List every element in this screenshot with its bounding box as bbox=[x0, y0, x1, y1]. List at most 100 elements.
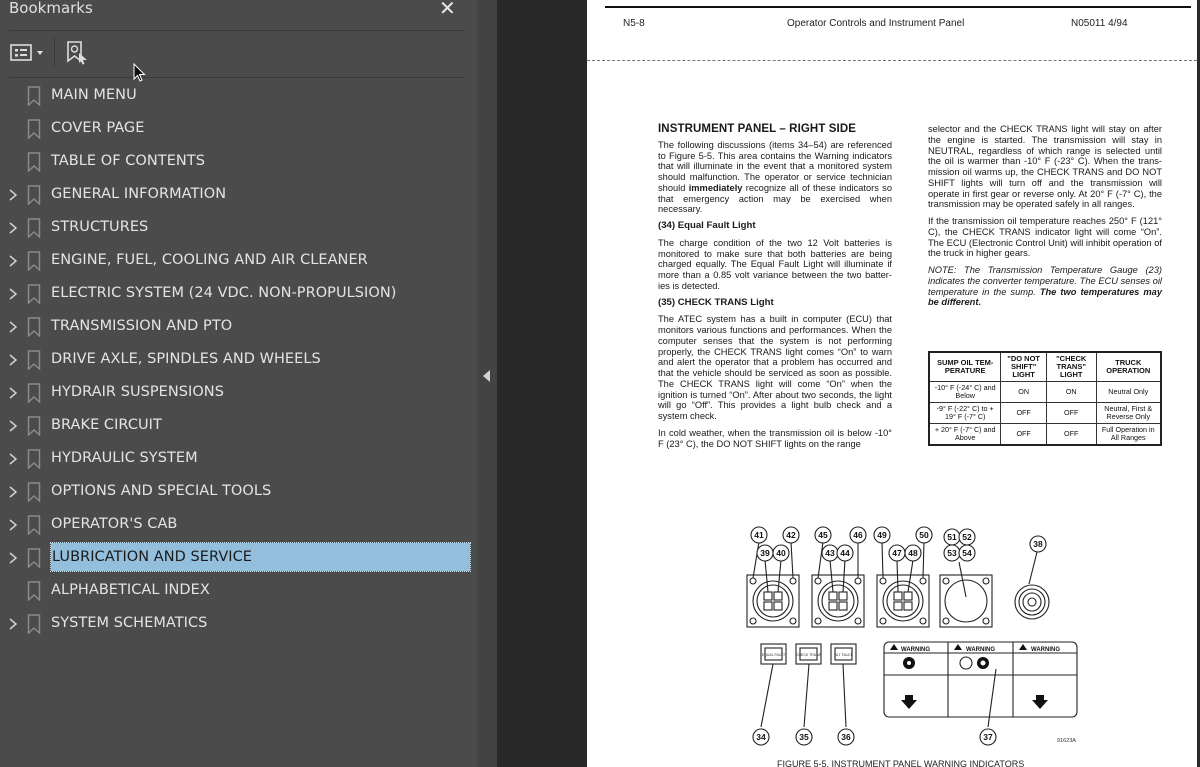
bookmark-item[interactable]: GENERAL INFORMATION bbox=[0, 180, 477, 210]
chevron-down-icon bbox=[37, 51, 43, 55]
callout-number: 41 bbox=[754, 530, 764, 540]
bookmark-icon bbox=[27, 383, 41, 403]
chevron-right-icon[interactable] bbox=[6, 551, 20, 565]
chevron-right-icon[interactable] bbox=[6, 485, 20, 499]
divider bbox=[9, 77, 464, 78]
chevron-right-icon[interactable] bbox=[6, 254, 20, 268]
bookmark-icon bbox=[27, 218, 41, 238]
close-icon[interactable]: ✕ bbox=[439, 0, 456, 18]
bookmark-item[interactable]: LUBRICATION AND SERVICE bbox=[0, 542, 477, 573]
panel-splitter[interactable] bbox=[477, 0, 497, 767]
bookmark-item[interactable]: ALPHABETICAL INDEX bbox=[0, 576, 477, 606]
section-title: Operator Controls and Instrument Panel bbox=[787, 18, 965, 29]
callout-number: 44 bbox=[840, 548, 850, 558]
bookmark-item[interactable]: ELECTRIC SYSTEM (24 VDC. NON-PROPULSION) bbox=[0, 279, 477, 309]
bookmark-icon bbox=[27, 614, 41, 634]
table-cell: Neutral, First & Reverse Only bbox=[1095, 402, 1162, 424]
collapse-panel-icon[interactable] bbox=[483, 370, 490, 382]
equal-fault-paragraph: The charge condition of the two 12 Volt … bbox=[658, 237, 892, 291]
chevron-right-icon[interactable] bbox=[6, 617, 20, 631]
callout-number: 47 bbox=[892, 548, 902, 558]
list-options-icon bbox=[10, 44, 32, 61]
bookmark-item[interactable]: SYSTEM SCHEMATICS bbox=[0, 609, 477, 639]
cold-weather-paragraph: In cold weather, when the transmission o… bbox=[658, 427, 892, 449]
callout-number: 46 bbox=[853, 530, 863, 540]
bookmark-label: COVER PAGE bbox=[51, 120, 145, 136]
bookmark-item[interactable]: HYDRAIR SUSPENSIONS bbox=[0, 378, 477, 408]
bookmark-icon bbox=[27, 284, 41, 304]
chevron-right-icon[interactable] bbox=[6, 188, 20, 202]
bookmark-icon bbox=[27, 152, 41, 172]
table-row: -10° F (-24° C) and Below ON ON Neutral … bbox=[928, 381, 1162, 403]
figure-caption: FIGURE 5-5. INSTRUMENT PANEL WARNING IND… bbox=[777, 759, 1025, 767]
bookmark-item[interactable]: BRAKE CIRCUIT bbox=[0, 411, 477, 441]
page-break-divider bbox=[587, 60, 1197, 61]
bookmark-label: GENERAL INFORMATION bbox=[51, 186, 227, 202]
bookmark-label: OPTIONS AND SPECIAL TOOLS bbox=[51, 483, 272, 499]
section-heading: INSTRUMENT PANEL – RIGHT SIDE bbox=[658, 123, 856, 135]
document-code: N05011 4/94 bbox=[1071, 18, 1128, 29]
callout-number: 35 bbox=[799, 732, 809, 742]
bookmark-item[interactable]: HYDRAULIC SYSTEM bbox=[0, 444, 477, 474]
bookmark-item[interactable]: STRUCTURES bbox=[0, 213, 477, 243]
table-cell: Neutral Only bbox=[1095, 381, 1162, 403]
bookmark-item[interactable]: DRIVE AXLE, SPINDLES AND WHEELS bbox=[0, 345, 477, 375]
callout-number: 52 bbox=[962, 532, 972, 542]
table-row: -9° F (-22° C) to + 19° F (-7° C) OFF OF… bbox=[928, 402, 1162, 424]
subheading-equal-fault: (34) Equal Fault Light bbox=[658, 220, 756, 231]
find-current-bookmark-button[interactable] bbox=[65, 40, 91, 66]
bookmark-item[interactable]: TRANSMISSION AND PTO bbox=[0, 312, 477, 342]
warning-label: WARNING bbox=[901, 647, 930, 653]
gauge-pod-39-42 bbox=[746, 574, 800, 628]
chevron-right-icon[interactable] bbox=[6, 221, 20, 235]
chevron-right-icon[interactable] bbox=[6, 518, 20, 532]
table-cell: ON bbox=[1045, 381, 1097, 403]
chevron-right-icon[interactable] bbox=[6, 320, 20, 334]
toolbar-divider bbox=[54, 38, 55, 67]
callout-number: 50 bbox=[919, 530, 929, 540]
intro-paragraph: The following discussions (items 34–54) … bbox=[658, 139, 892, 215]
bookmark-icon bbox=[27, 449, 41, 469]
chevron-right-icon[interactable] bbox=[6, 353, 20, 367]
bookmark-item[interactable]: OPTIONS AND SPECIAL TOOLS bbox=[0, 477, 477, 507]
panel-title: Bookmarks bbox=[9, 0, 93, 17]
chevron-right-icon[interactable] bbox=[6, 452, 20, 466]
bookmark-item[interactable]: MAIN MENU bbox=[0, 81, 477, 111]
left-column: INSTRUMENT PANEL – RIGHT SIDE The follow… bbox=[658, 123, 892, 455]
column-header: SUMP OIL TEM- PERATURE bbox=[928, 351, 1002, 382]
check-trans-paragraph: The ATEC system has a built in computer … bbox=[658, 314, 892, 421]
bookmark-label: HYDRAIR SUSPENSIONS bbox=[51, 384, 224, 400]
mouse-cursor-icon bbox=[133, 63, 146, 82]
callout-number: 43 bbox=[825, 548, 835, 558]
bookmark-label: HYDRAULIC SYSTEM bbox=[51, 450, 198, 466]
warning-label: WARNING bbox=[966, 647, 995, 653]
column-header: TRUCK OPERATION bbox=[1095, 351, 1162, 382]
bookmark-item[interactable]: COVER PAGE bbox=[0, 114, 477, 144]
divider bbox=[9, 30, 464, 31]
callout-number: 40 bbox=[776, 548, 786, 558]
callout-number: 34 bbox=[756, 732, 766, 742]
instrument-panel-figure: WARNING WARNING WARNING EQUAL FAULT CHEC… bbox=[746, 526, 1078, 746]
bookmark-label: TRANSMISSION AND PTO bbox=[51, 318, 233, 334]
chevron-right-icon[interactable] bbox=[6, 386, 20, 400]
bookmark-label: LUBRICATION AND SERVICE bbox=[52, 549, 253, 565]
table-cell: OFF bbox=[1000, 402, 1047, 424]
callout-number: 51 bbox=[947, 532, 957, 542]
bookmark-icon bbox=[27, 482, 41, 502]
header-rule bbox=[605, 6, 1191, 8]
bookmark-item[interactable]: OPERATOR'S CAB bbox=[0, 510, 477, 540]
light-label: EQUAL FAULT bbox=[762, 653, 786, 657]
callout-number: 38 bbox=[1033, 539, 1043, 549]
callout-number: 48 bbox=[908, 548, 918, 558]
right-column: selector and the CHECK TRANS light will … bbox=[928, 124, 1162, 314]
options-menu-button[interactable] bbox=[9, 40, 49, 66]
table-cell: Full Operation in All Ranges bbox=[1095, 423, 1162, 446]
chevron-right-icon[interactable] bbox=[6, 287, 20, 301]
gauge-pod-47-50 bbox=[876, 574, 930, 628]
continuation-paragraph: selector and the CHECK TRANS light will … bbox=[928, 124, 1162, 210]
bookmark-icon bbox=[27, 350, 41, 370]
bookmark-item[interactable]: TABLE OF CONTENTS bbox=[0, 147, 477, 177]
temperature-paragraph: If the transmission oil temperature reac… bbox=[928, 216, 1162, 259]
chevron-right-icon[interactable] bbox=[6, 419, 20, 433]
bookmark-item[interactable]: ENGINE, FUEL, COOLING AND AIR CLEANER bbox=[0, 246, 477, 276]
